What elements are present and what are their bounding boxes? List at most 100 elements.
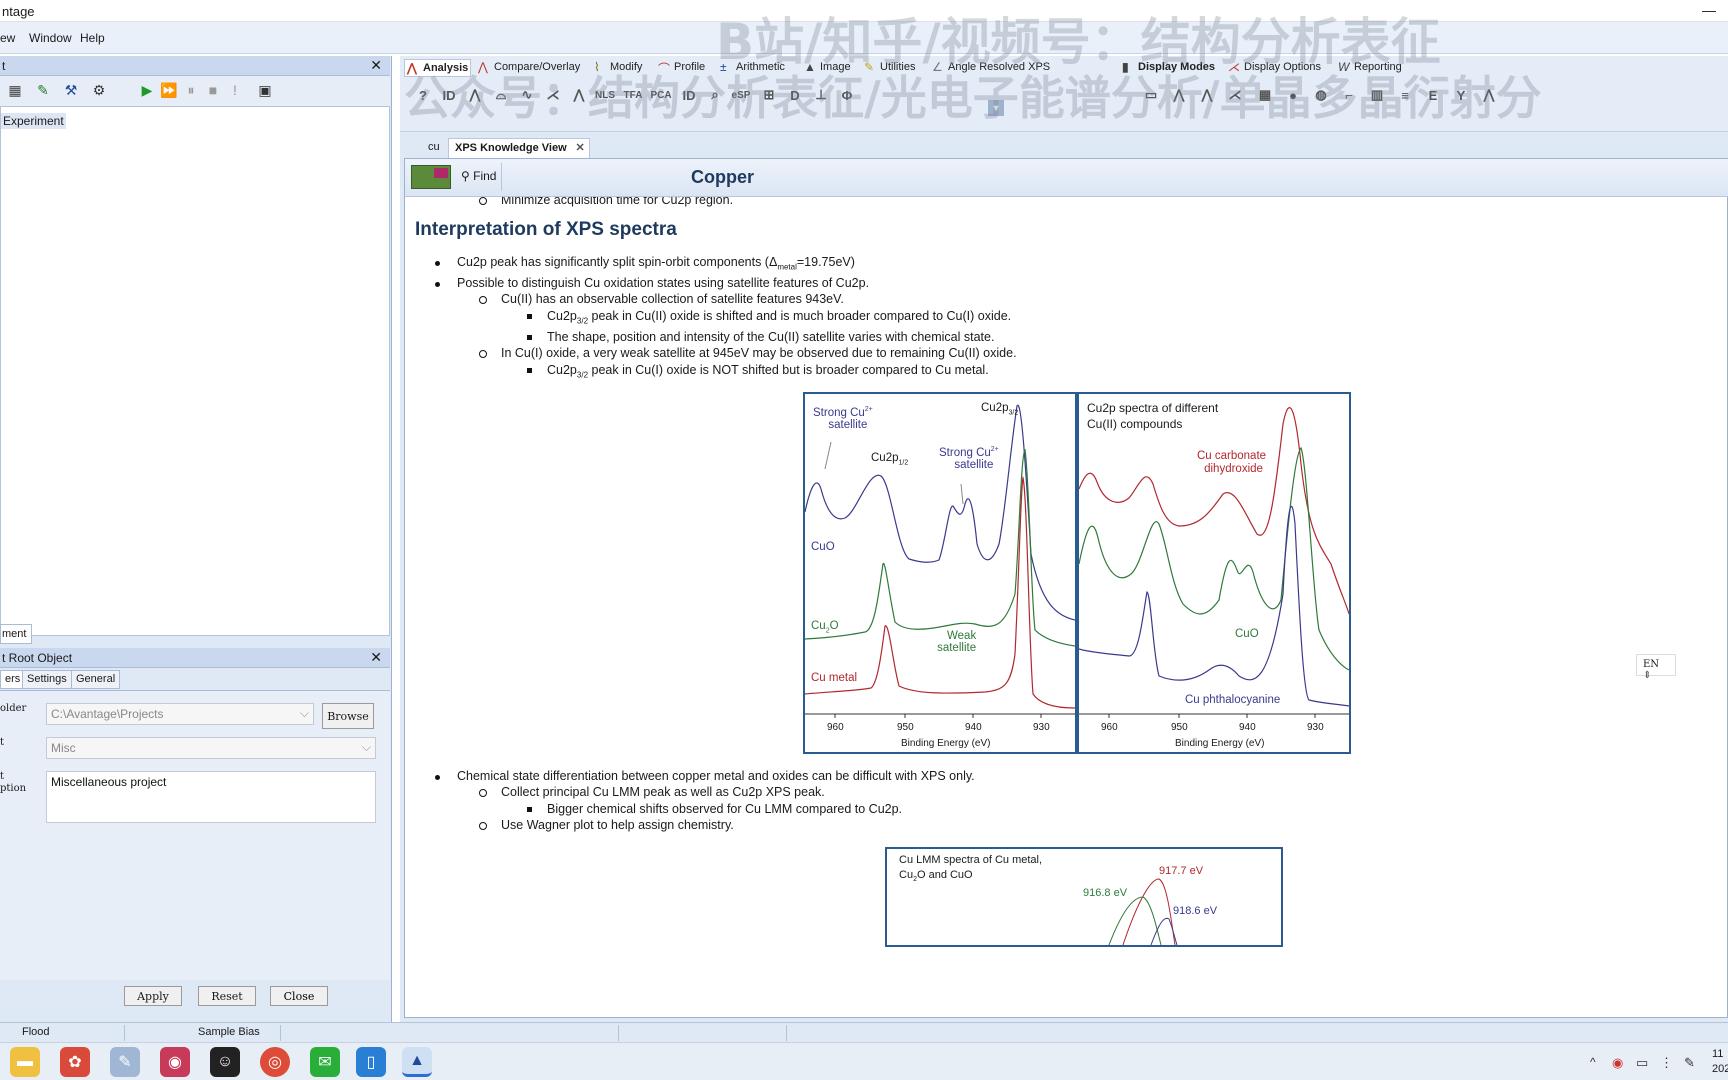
tray-chevron-icon[interactable]: ^: [1590, 1055, 1596, 1069]
tray-app-icon[interactable]: ◉: [1612, 1055, 1623, 1071]
menu-window[interactable]: Window: [29, 31, 72, 45]
app-icon[interactable]: ◉: [160, 1047, 190, 1077]
reset-button[interactable]: Reset: [198, 986, 256, 1006]
display-axis-icon[interactable]: ⌐: [1336, 82, 1362, 108]
curve-icon[interactable]: ⋌: [540, 82, 566, 108]
browse-button[interactable]: Browse: [322, 703, 374, 729]
chevron-down-icon[interactable]: ⌵: [362, 740, 371, 755]
display-levels-icon[interactable]: ≡: [1392, 82, 1418, 108]
display-yx-icon[interactable]: Y: [1448, 82, 1474, 108]
phi-icon[interactable]: Φ: [834, 82, 860, 108]
file-explorer-icon[interactable]: ▬: [10, 1047, 40, 1077]
menu-help[interactable]: Help: [80, 31, 105, 45]
tab-analysis[interactable]: ⋀ Analysis: [404, 59, 472, 77]
tab-display-modes[interactable]: ▮ Display Modes: [1120, 59, 1217, 77]
close-icon[interactable]: ✕: [370, 649, 382, 666]
tick-label: 930: [1033, 722, 1050, 733]
qq-icon[interactable]: ☺: [210, 1047, 240, 1077]
description-textarea[interactable]: Miscellaneous project: [46, 771, 376, 823]
tab-compare-overlay[interactable]: ⋀ Compare/Overlay: [476, 59, 582, 77]
project-select[interactable]: Misc ⌵: [46, 737, 376, 759]
depth-button[interactable]: D: [782, 82, 808, 108]
tree-node-experiment[interactable]: Experiment: [1, 113, 66, 129]
tray-battery-icon[interactable]: ▭: [1636, 1055, 1648, 1071]
search-icon[interactable]: ⌕: [702, 82, 728, 108]
tab-settings[interactable]: Settings: [22, 670, 72, 689]
close-button[interactable]: Close: [270, 986, 328, 1006]
tab-arithmetic[interactable]: ± Arithmetic: [718, 59, 787, 77]
experiment-tab[interactable]: ment: [0, 624, 32, 644]
play-all-icon[interactable]: ⏩: [160, 81, 178, 99]
display-3d-icon[interactable]: ⋌: [1222, 82, 1248, 108]
paint-icon[interactable]: ✎: [110, 1047, 140, 1077]
peak-fit-icon[interactable]: ⋀: [462, 82, 488, 108]
figure-cu2p-reference: Strong Cu2+ satellite Cu2p3/2 Cu2p1/2 Str…: [803, 392, 1077, 754]
pause-icon[interactable]: ⏸: [182, 81, 200, 99]
tick-label: 950: [897, 722, 914, 733]
display-energy-icon[interactable]: E: [1420, 82, 1446, 108]
tool-icon[interactable]: ⚒: [62, 81, 80, 99]
gear-icon[interactable]: ⚙: [90, 81, 108, 99]
help-button[interactable]: ?: [410, 82, 436, 108]
pca-button[interactable]: PCA: [648, 82, 674, 108]
pencil-icon[interactable]: ✎: [34, 81, 52, 99]
avantage-icon[interactable]: ▲: [402, 1047, 432, 1077]
tab-profile[interactable]: ⌒ Profile: [656, 59, 707, 77]
background-icon[interactable]: ⌓: [488, 82, 514, 108]
display-map-icon[interactable]: ▦: [1252, 82, 1278, 108]
marker-icon[interactable]: ⊥: [808, 82, 834, 108]
tfa-button[interactable]: TFA: [620, 82, 646, 108]
tab-image[interactable]: ▲ Image: [802, 59, 853, 77]
tray-pen-icon[interactable]: ✎: [1684, 1055, 1695, 1071]
ribbon-expand-icon[interactable]: ▾: [988, 100, 1004, 116]
folder-field[interactable]: C:\Avantage\Projects ⌵: [46, 703, 314, 725]
properties-body: older C:\Avantage\Projects ⌵ Browse t Mi…: [0, 690, 390, 980]
close-icon[interactable]: ✕: [575, 141, 584, 154]
chem-id-button[interactable]: ID: [676, 82, 702, 108]
peak-icon[interactable]: ⋀: [566, 82, 592, 108]
arithmetic-icon: ±: [720, 60, 727, 74]
wechat-icon[interactable]: ✉: [310, 1047, 340, 1077]
chevron-down-icon[interactable]: ⌵: [300, 706, 309, 721]
display-stack-icon[interactable]: ⋀: [1194, 82, 1220, 108]
display-globe-icon[interactable]: ◍: [1308, 82, 1334, 108]
chrome-icon[interactable]: ◎: [260, 1047, 290, 1077]
esp-button[interactable]: eSP: [728, 82, 754, 108]
close-icon[interactable]: ✕: [370, 57, 382, 74]
list-item: The shape, position and intensity of the…: [526, 330, 995, 344]
smooth-icon[interactable]: ∿: [514, 82, 540, 108]
tab-angle-resolved-xps[interactable]: ∠ Angle Resolved XPS: [930, 59, 1052, 77]
ime-indicator[interactable]: EN ⇕: [1636, 654, 1676, 681]
stop-icon[interactable]: ■: [204, 81, 222, 99]
display-bar-icon[interactable]: ▥: [1364, 82, 1390, 108]
menu-view[interactable]: ew: [0, 31, 15, 45]
tab-modify[interactable]: ⌇ Modify: [592, 59, 644, 77]
tab-cu[interactable]: cu: [422, 138, 446, 158]
find-button[interactable]: ⚲ Find: [461, 169, 496, 183]
region-icon[interactable]: ⊞: [756, 82, 782, 108]
tab-reporting[interactable]: W Reporting: [1336, 59, 1404, 77]
grid-icon[interactable]: ▦: [6, 81, 24, 99]
display-circle-icon[interactable]: ●: [1280, 82, 1306, 108]
tray-clock[interactable]: 112023: [1712, 1047, 1728, 1077]
properties-panel-title: t Root Object: [2, 651, 73, 665]
knowledge-view-header: ⚲ Find Copper: [405, 159, 1728, 197]
tab-display-options[interactable]: ⋌ Display Options: [1226, 59, 1323, 77]
minimize-button[interactable]: —: [1702, 2, 1716, 18]
apply-button[interactable]: Apply: [124, 986, 182, 1006]
peak-id-button[interactable]: ID: [436, 82, 462, 108]
nls-button[interactable]: NLS: [592, 82, 618, 108]
book-icon[interactable]: ▣: [256, 81, 274, 99]
tab-general[interactable]: General: [71, 670, 121, 689]
phone-icon[interactable]: ▯: [356, 1047, 386, 1077]
tab-utilities[interactable]: ✎ Utilities: [862, 59, 917, 77]
tray-network-icon[interactable]: ⋮: [1660, 1055, 1673, 1071]
ribbon: ⋀ Analysis ⋀ Compare/Overlay ⌇ Modify ⌒ Prof…: [400, 56, 1728, 132]
display-spectrum-icon[interactable]: ▭: [1138, 82, 1164, 108]
play-icon[interactable]: ▶: [138, 81, 156, 99]
alert-icon[interactable]: !: [226, 81, 244, 99]
app-icon[interactable]: ✿: [60, 1047, 90, 1077]
display-overlay-icon[interactable]: ⋀: [1166, 82, 1192, 108]
display-peak-icon[interactable]: ⋀: [1476, 82, 1502, 108]
tab-xps-knowledge-view[interactable]: XPS Knowledge View ✕: [448, 138, 590, 158]
